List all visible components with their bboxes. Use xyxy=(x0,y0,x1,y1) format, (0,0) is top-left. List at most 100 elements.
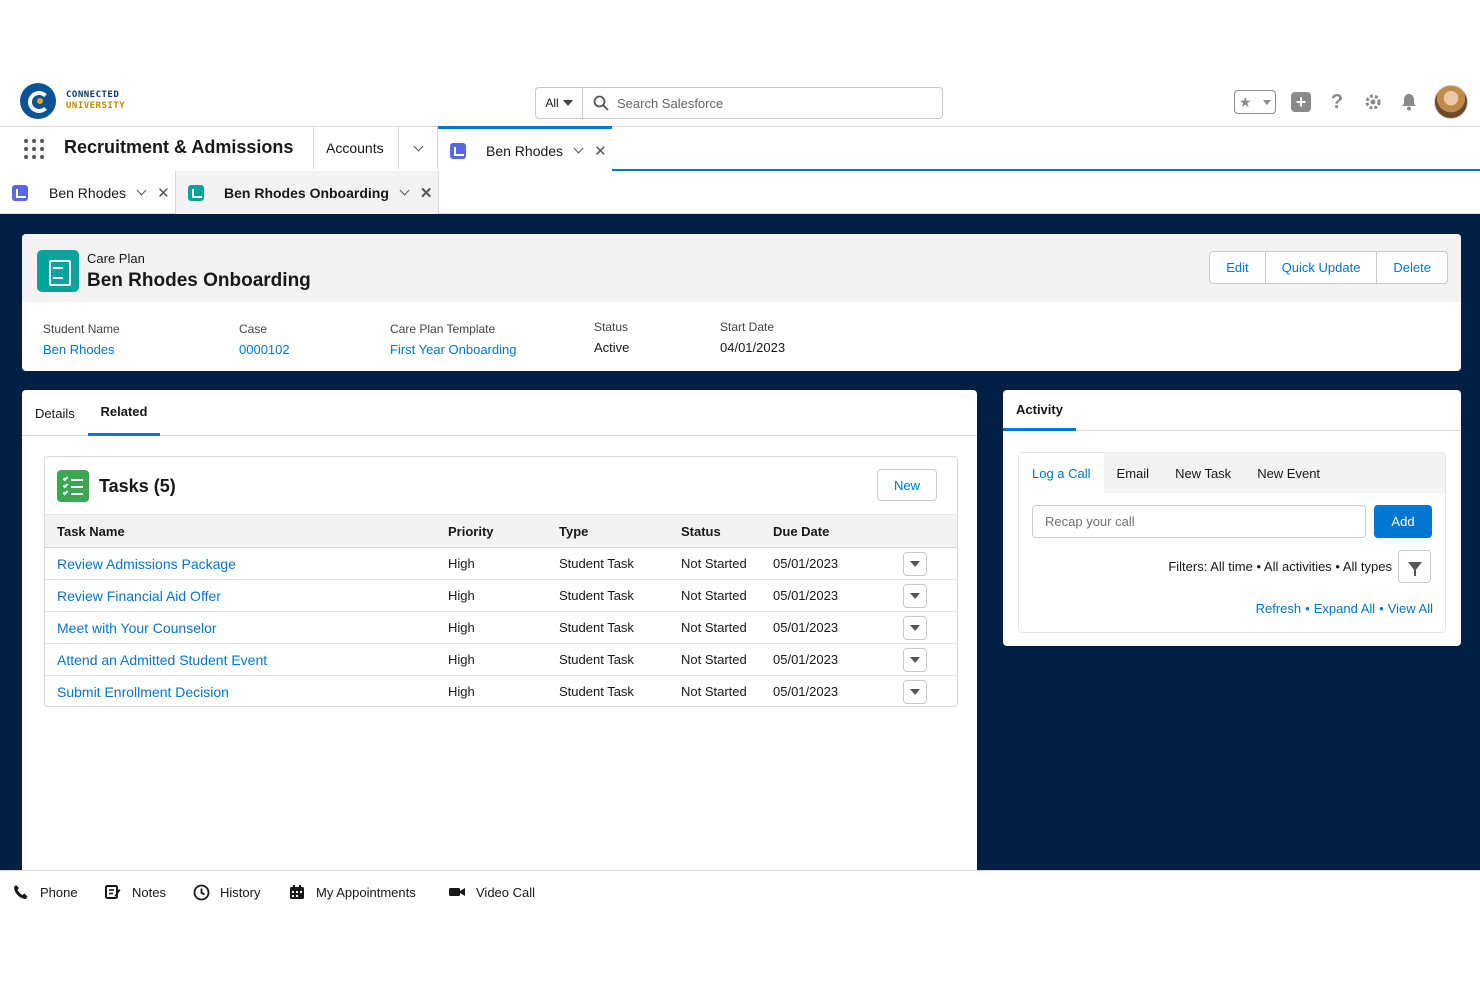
field-start-date: Start Date 04/01/2023 xyxy=(720,320,785,355)
record-actions: Edit Quick Update Delete xyxy=(1209,251,1448,284)
tasks-list-title[interactable]: Tasks (5) xyxy=(99,476,176,497)
utility-item-label: History xyxy=(220,884,261,900)
table-row: Attend an Admitted Student Event High St… xyxy=(45,643,957,676)
task-priority: High xyxy=(448,579,559,612)
filter-funnel-icon xyxy=(1407,562,1422,576)
subtab-chevron-down-icon[interactable] xyxy=(136,185,147,196)
logo-text-line2: UNIVERSITY xyxy=(66,101,126,111)
user-avatar[interactable] xyxy=(1434,85,1468,119)
tab-menu-chevron-down-icon[interactable] xyxy=(573,143,584,154)
close-tab-icon[interactable]: ✕ xyxy=(594,142,607,160)
task-name-link[interactable]: Meet with Your Counselor xyxy=(57,620,217,636)
tab-details[interactable]: Details xyxy=(35,390,75,436)
record-title: Ben Rhodes Onboarding xyxy=(87,270,311,291)
account-record-icon xyxy=(12,184,28,201)
field-label: Care Plan Template xyxy=(390,322,496,336)
utility-item-notes[interactable]: Notes xyxy=(104,871,166,913)
setup-gear-icon[interactable] xyxy=(1362,91,1384,113)
utility-item-my-appointments[interactable]: My Appointments xyxy=(288,871,416,913)
close-subtab-icon[interactable]: ✕ xyxy=(420,184,433,202)
view-all-link[interactable]: View All xyxy=(1388,601,1433,616)
edit-button[interactable]: Edit xyxy=(1210,252,1266,283)
task-type: Student Task xyxy=(559,547,681,580)
link-separator: • xyxy=(1379,601,1384,616)
case-link[interactable]: 0000102 xyxy=(239,342,290,357)
tab-activity[interactable]: Activity xyxy=(1003,390,1076,431)
tab-new-event[interactable]: New Event xyxy=(1244,453,1333,493)
task-name-link[interactable]: Submit Enrollment Decision xyxy=(57,684,229,700)
favorites-dropdown-icon[interactable] xyxy=(1263,99,1271,105)
record-detail-panel: Details Related Tasks (5) New Task Name … xyxy=(22,390,977,870)
header-utility-icons: ★ + ? xyxy=(1234,85,1468,119)
column-header-status: Status xyxy=(681,514,773,548)
subtab-chevron-down-icon[interactable] xyxy=(399,185,410,196)
record-page-body: Care Plan Ben Rhodes Onboarding Edit Qui… xyxy=(0,214,1480,870)
task-priority: High xyxy=(448,643,559,676)
phone-icon xyxy=(12,883,30,901)
search-scope-dropdown[interactable]: All xyxy=(535,87,583,119)
row-actions-menu-button[interactable] xyxy=(903,551,927,576)
utility-item-phone[interactable]: Phone xyxy=(12,871,78,913)
student-name-link[interactable]: Ben Rhodes xyxy=(43,342,120,357)
video-camera-icon xyxy=(448,883,466,901)
table-header-row: Task Name Priority Type Status Due Date xyxy=(45,514,957,548)
record-object-label: Care Plan xyxy=(87,251,145,266)
tab-email[interactable]: Email xyxy=(1104,453,1163,493)
utility-item-label: My Appointments xyxy=(316,884,416,900)
quick-update-button[interactable]: Quick Update xyxy=(1266,252,1378,283)
subtab-ben-rhodes[interactable]: Ben Rhodes ✕ xyxy=(12,171,174,214)
row-actions-menu-button[interactable] xyxy=(903,615,927,640)
care-plan-template-link[interactable]: First Year Onboarding xyxy=(390,342,516,357)
app-launcher-icon[interactable] xyxy=(24,139,44,159)
search-input[interactable] xyxy=(617,95,917,111)
utility-item-video-call[interactable]: Video Call xyxy=(448,871,535,913)
care-plan-icon xyxy=(37,250,79,292)
delete-button[interactable]: Delete xyxy=(1377,252,1447,283)
filter-button[interactable] xyxy=(1398,550,1431,583)
row-actions-menu-button[interactable] xyxy=(903,647,927,672)
task-status: Not Started xyxy=(681,547,773,580)
record-tabset: Details Related xyxy=(22,390,977,436)
favorites-button[interactable]: ★ xyxy=(1234,90,1276,114)
app-name: Recruitment & Admissions xyxy=(64,137,294,157)
publisher-tabs: Log a Call Email New Task New Event xyxy=(1019,453,1445,493)
history-clock-icon xyxy=(192,883,210,901)
workspace-tab-ben-rhodes[interactable]: Ben Rhodes ✕ xyxy=(438,126,612,172)
task-status: Not Started xyxy=(681,611,773,644)
tab-related[interactable]: Related xyxy=(88,390,160,436)
task-due-date: 05/01/2023 xyxy=(773,547,903,580)
task-name-link[interactable]: Attend an Admitted Student Event xyxy=(57,652,267,668)
task-name-link[interactable]: Review Financial Aid Offer xyxy=(57,588,221,604)
nav-menu-chevron-down-icon[interactable] xyxy=(398,127,438,169)
new-task-button[interactable]: New xyxy=(877,469,937,501)
activity-links: Refresh • Expand All • View All xyxy=(1256,601,1433,616)
caret-down-icon xyxy=(910,560,920,567)
row-actions-menu-button[interactable] xyxy=(903,679,927,704)
add-button[interactable]: Add xyxy=(1374,505,1432,538)
tab-new-task[interactable]: New Task xyxy=(1162,453,1244,493)
subtab-ben-rhodes-onboarding[interactable]: Ben Rhodes Onboarding ✕ xyxy=(175,171,439,214)
notifications-bell-icon[interactable] xyxy=(1398,91,1420,113)
utility-item-history[interactable]: History xyxy=(192,871,260,913)
status-value: Active xyxy=(594,340,630,355)
search-icon xyxy=(593,95,609,111)
favorites-star-icon: ★ xyxy=(1239,93,1252,110)
close-subtab-icon[interactable]: ✕ xyxy=(157,184,170,202)
global-actions-button[interactable]: + xyxy=(1290,91,1312,113)
connected-university-logo[interactable]: CONNECTED UNIVERSITY xyxy=(20,83,125,119)
task-name-link[interactable]: Review Admissions Package xyxy=(57,556,236,572)
task-type: Student Task xyxy=(559,643,681,676)
caret-down-icon xyxy=(562,100,573,106)
utility-bar: Phone Notes History My Appointments Vide… xyxy=(0,870,1480,912)
task-type: Student Task xyxy=(559,611,681,644)
recap-call-input[interactable] xyxy=(1032,505,1366,538)
field-care-plan-template: Care Plan Template First Year Onboarding xyxy=(390,322,516,357)
task-status: Not Started xyxy=(681,579,773,612)
nav-item-accounts[interactable]: Accounts xyxy=(313,127,398,169)
help-icon[interactable]: ? xyxy=(1326,91,1348,113)
expand-all-link[interactable]: Expand All xyxy=(1314,601,1375,616)
row-actions-menu-button[interactable] xyxy=(903,583,927,608)
task-status: Not Started xyxy=(681,675,773,706)
refresh-link[interactable]: Refresh xyxy=(1256,601,1302,616)
tab-log-a-call[interactable]: Log a Call xyxy=(1019,453,1104,493)
